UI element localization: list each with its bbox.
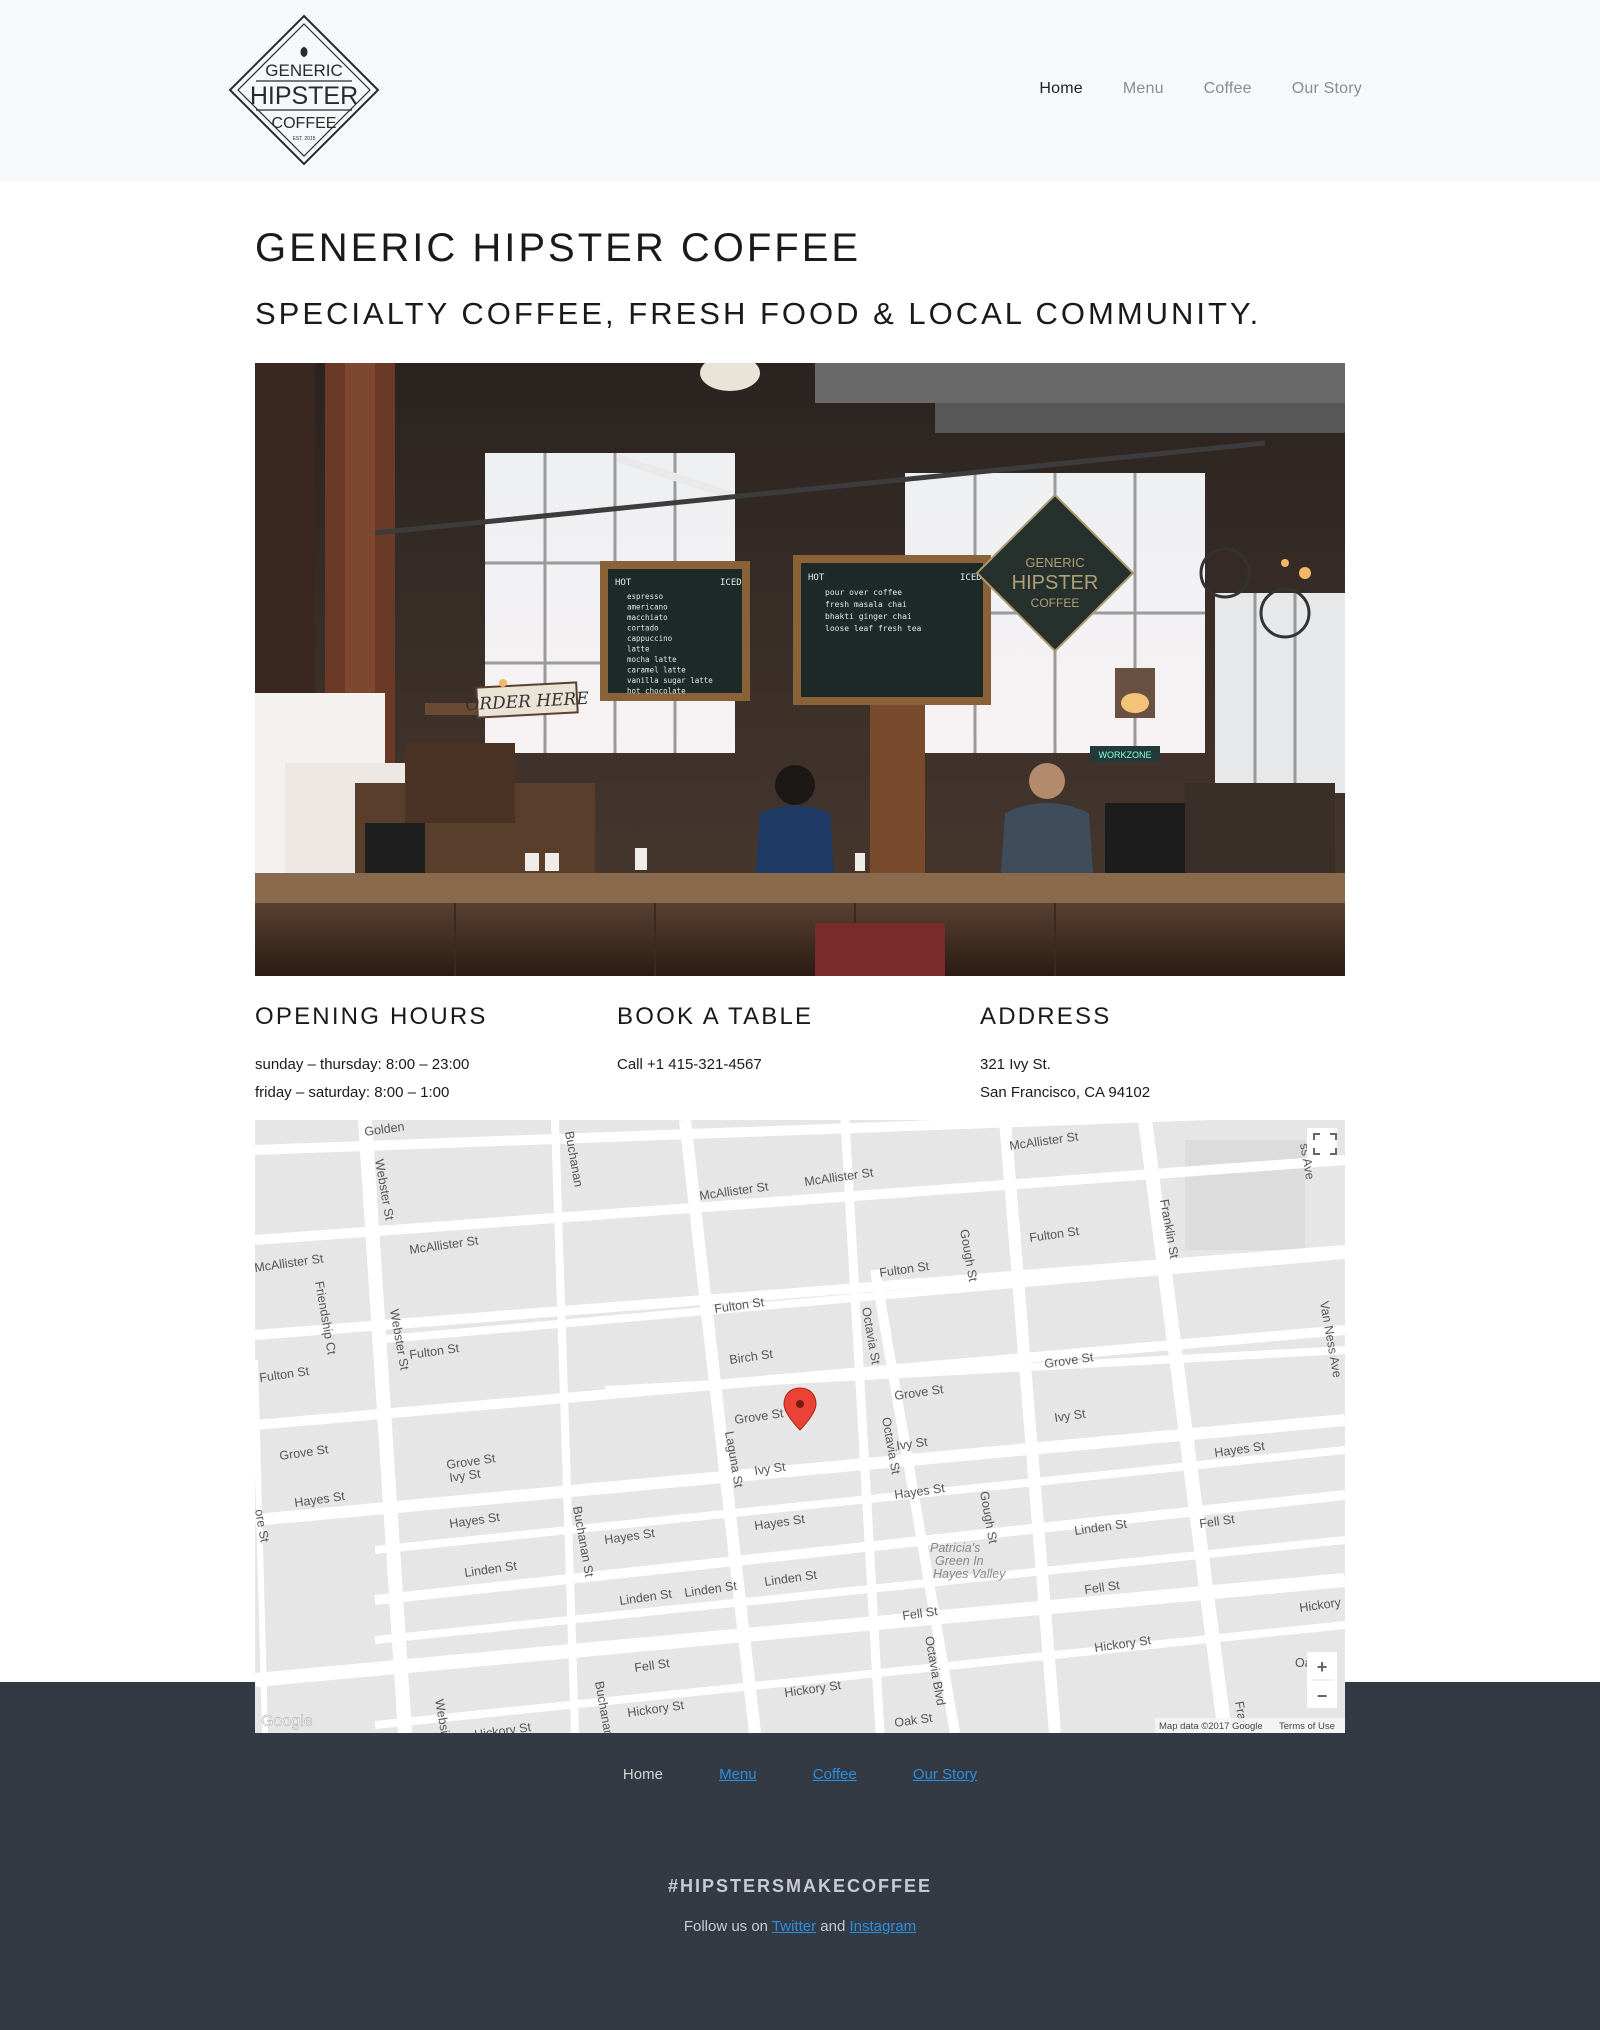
coffee-bean-icon [300, 47, 308, 57]
nav-home[interactable]: Home [1039, 80, 1082, 98]
footer-nav-coffee[interactable]: Coffee [813, 1766, 857, 1783]
address-street: 321 Ivy St. [980, 1056, 1051, 1073]
menu-board-item: espresso [627, 592, 664, 601]
follow-line: Follow us on Twitter and Instagram [0, 1918, 1600, 1935]
logo[interactable]: GENERIC HIPSTER COFFEE EST. 2015 [228, 14, 380, 166]
hero-image: ORDER HERE HOT ICED espresso americano mac… [255, 363, 1345, 976]
hours-weekend: friday – saturday: 8:00 – 1:00 [255, 1084, 450, 1101]
logo-line2: HIPSTER [250, 82, 358, 110]
menu-board-item: cortado [627, 624, 659, 633]
footer-nav-menu[interactable]: Menu [719, 1766, 757, 1783]
map-street-label: Green In [935, 1554, 984, 1568]
menu-board-item: fresh masala chai [825, 600, 907, 609]
logo-line3: COFFEE [272, 115, 337, 132]
book-table-heading: BOOK A TABLE [617, 1003, 814, 1030]
logo-est: EST. 2015 [292, 136, 315, 142]
menu-board-item: bhakti ginger chai [825, 612, 912, 621]
board1-col: ICED [720, 578, 742, 588]
main-nav: Home Menu Coffee Our Story [999, 80, 1362, 98]
instagram-link[interactable]: Instagram [849, 1918, 916, 1935]
menu-board-item: hot chocolate [627, 687, 686, 696]
nav-coffee[interactable]: Coffee [1204, 80, 1252, 98]
menu-board-item: vanilla sugar latte [627, 676, 713, 685]
menu-board-item: cappuccino [627, 634, 673, 643]
google-logo[interactable]: Google [261, 1713, 313, 1730]
menu-board-item: latte [627, 645, 650, 654]
footer-nav: Home Menu Coffee Our Story [0, 1766, 1600, 1783]
nav-our-story[interactable]: Our Story [1292, 80, 1362, 98]
site-footer [0, 1682, 1600, 2030]
follow-and: and [816, 1918, 850, 1935]
map-terms-link[interactable]: Terms of Use [1279, 1721, 1335, 1732]
board2-title: HOT [808, 573, 825, 583]
nav-menu[interactable]: Menu [1123, 80, 1164, 98]
zoom-controls: + − [1307, 1652, 1337, 1708]
map-attribution: Map data ©2017 Google [1159, 1721, 1263, 1732]
page-title: GENERIC HIPSTER COFFEE [255, 226, 862, 270]
twitter-link[interactable]: Twitter [772, 1918, 816, 1935]
address: ADDRESS 321 Ivy St. San Francisco, CA 94… [980, 1003, 1340, 1107]
workzone-sign: WORKZONE [1099, 750, 1152, 760]
board1-title: HOT [615, 578, 632, 588]
sign-generic: GENERIC [1025, 555, 1084, 570]
footer-nav-our-story[interactable]: Our Story [913, 1766, 977, 1783]
address-heading: ADDRESS [980, 1003, 1112, 1030]
zoom-out-button[interactable]: − [1317, 1686, 1328, 1706]
hashtag: #HIPSTERSMAKECOFFEE [667, 1876, 933, 1896]
opening-hours-heading: OPENING HOURS [255, 1003, 488, 1030]
menu-board-item: mocha latte [627, 655, 677, 664]
menu-board-item: americano [627, 603, 668, 612]
phone-number[interactable]: Call +1 415-321-4567 [617, 1051, 977, 1079]
logo-line1: GENERIC [265, 61, 342, 80]
page-subtitle: SPECIALTY COFFEE, FRESH FOOD & LOCAL COM… [255, 296, 1262, 331]
map-street-label: Hayes Valley [933, 1567, 1006, 1581]
menu-board-item: caramel latte [627, 666, 686, 675]
footer-nav-home[interactable]: Home [623, 1766, 663, 1783]
follow-prefix: Follow us on [683, 1918, 772, 1935]
opening-hours: OPENING HOURS sunday – thursday: 8:00 – … [255, 1003, 615, 1107]
sign-hipster: HIPSTER [1012, 572, 1099, 594]
menu-board-item: pour over coffee [825, 588, 902, 597]
book-table: BOOK A TABLE Call +1 415-321-4567 [617, 1003, 977, 1079]
menu-board-item: macchiato [627, 613, 668, 622]
sign-coffee: COFFEE [1031, 596, 1080, 610]
zoom-in-button[interactable]: + [1317, 1657, 1328, 1677]
address-city: San Francisco, CA 94102 [980, 1084, 1151, 1101]
google-map[interactable]: Golden McAllister St McAllister St McAllist… [255, 1120, 1345, 1733]
map-street-label: Patricia's [930, 1541, 980, 1555]
site-header: GENERIC HIPSTER COFFEE EST. 2015 Home Me… [0, 0, 1600, 182]
fullscreen-button[interactable] [1307, 1128, 1337, 1158]
menu-board-item: loose leaf fresh tea [825, 624, 922, 633]
hours-weekdays: sunday – thursday: 8:00 – 23:00 [255, 1056, 470, 1073]
